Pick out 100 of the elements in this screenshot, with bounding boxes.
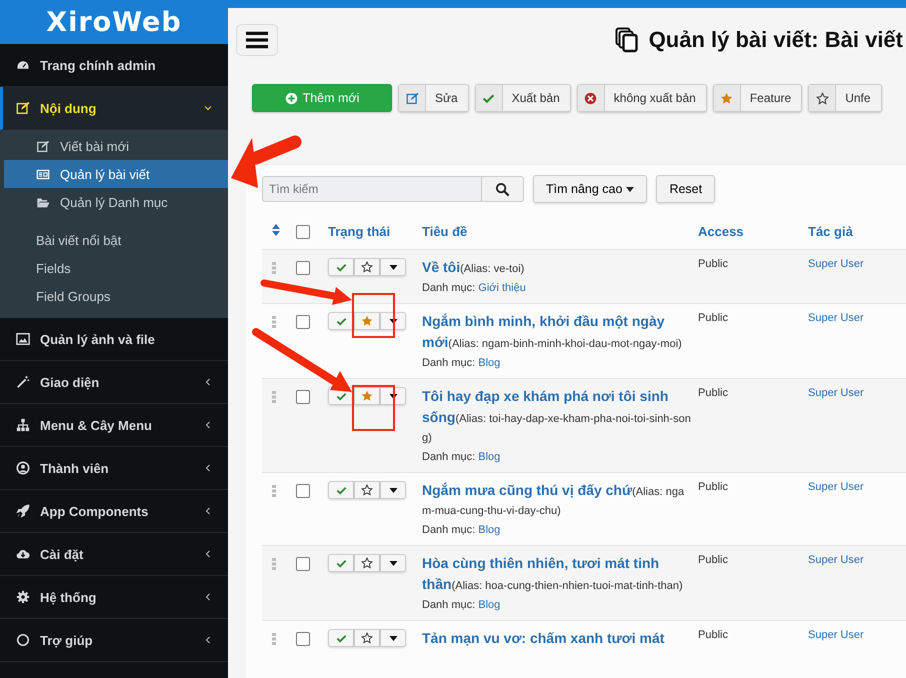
author-link[interactable]: Super User [808,629,864,641]
toolbar-button[interactable]: Feature [712,84,802,112]
author-link[interactable]: Super User [808,312,864,324]
publish-toggle[interactable] [328,312,354,330]
chevron-icon [204,507,212,515]
sidebar-item[interactable]: Hệ thống [0,576,228,619]
sidebar-item[interactable]: App Components [0,490,228,533]
caret-icon [388,488,398,492]
sidebar-item[interactable]: Trợ giúp [0,619,228,662]
cloud-download-icon [16,547,30,561]
sidebar-item[interactable]: Thành viên [0,447,228,490]
toolbar-button[interactable]: Xuất bản [474,84,571,112]
drag-handle-icon[interactable] [272,633,276,645]
column-header[interactable]: Access [698,224,744,238]
row-checkbox[interactable] [296,557,310,571]
sort-icon[interactable] [272,224,280,236]
submenu-item[interactable]: Viết bài mới [4,132,228,160]
article-title-link[interactable]: Tản mạn vu vơ: chấm xanh tươi mát [422,629,692,650]
publish-toggle[interactable] [328,554,354,572]
chevron-icon [204,464,212,472]
drag-handle-icon[interactable] [272,316,276,328]
search-field[interactable]: Tìm kiếm [262,176,482,202]
featured-toggle[interactable] [354,629,380,647]
logo[interactable]: XiroWeb [46,6,182,38]
toolbar-button[interactable]: Sửa [398,84,469,112]
featured-toggle[interactable] [354,387,380,405]
submenu-item[interactable]: Quản lý Danh mục [4,188,228,216]
toolbar-button[interactable]: không xuất bản [576,84,707,112]
actions-dropdown-button[interactable] [380,258,406,276]
article-title-link[interactable]: Ngắm bình minh, khởi đầu một ngày mới(Alias: ngam-binh-minh-khoi-dau-mot-ngay-moi) [422,312,692,354]
article-title-link[interactable]: Ngắm mưa cũng thú vị đấy chứ(Alias: ngam-mua-cung-thu-vi-day-chu) [422,481,692,521]
menu-button[interactable] [236,24,278,56]
reset-button[interactable]: Reset [656,175,716,203]
drag-handle-icon[interactable] [272,262,276,274]
star-outline-icon [361,484,373,496]
column-header[interactable]: Tiêu đề [422,224,468,238]
toolbar-button[interactable]: Unfe [808,84,882,112]
column-header[interactable]: Tác giả [808,224,853,238]
author-link[interactable]: Super User [808,481,864,493]
advanced-search-button[interactable]: Tìm nâng cao [533,175,648,203]
chevron-icon [204,378,212,386]
row-checkbox[interactable] [296,484,310,498]
row-checkbox[interactable] [296,632,310,646]
check-icon [336,484,346,496]
actions-dropdown-button[interactable] [380,481,406,499]
settings-icon [16,590,30,604]
select-all-checkbox[interactable] [296,224,310,239]
chevron-icon [204,421,212,429]
actions-dropdown-button[interactable] [380,312,406,330]
row-checkbox[interactable] [296,390,310,404]
author-link[interactable]: Super User [808,554,864,566]
row-checkbox[interactable] [296,315,310,329]
row-checkbox[interactable] [296,261,310,275]
actions-dropdown-button[interactable] [380,629,406,647]
dashboard-icon [16,58,30,72]
image-icon [16,332,30,346]
access-level: Public [698,258,728,270]
publish-toggle[interactable] [328,481,354,499]
menu-icon [246,31,268,49]
actions-dropdown-button[interactable] [380,387,406,405]
featured-toggle[interactable] [354,258,380,276]
category-label: Danh mục: [422,451,476,463]
featured-toggle[interactable] [354,312,380,330]
rocket-icon [16,504,30,518]
author-link[interactable]: Super User [808,387,864,399]
author-link[interactable]: Super User [808,258,864,270]
featured-toggle[interactable] [354,554,380,572]
featured-toggle[interactable] [354,481,380,499]
column-header[interactable]: Trạng thái [328,224,390,238]
publish-toggle[interactable] [328,258,354,276]
submenu-item[interactable]: Fields [4,254,228,282]
category-label: Danh mục: [422,282,476,294]
edit-icon [16,101,30,115]
article-title-link[interactable]: Hòa cùng thiên nhiên, tươi mát tinh thần(Alias: hoa-cung-thien-nhien-tuoi-mat-tinh-than) [422,554,692,596]
chevron-icon [204,104,212,112]
drag-handle-icon[interactable] [272,558,276,570]
category-link[interactable]: Blog [478,451,500,463]
publish-toggle[interactable] [328,629,354,647]
category-link[interactable]: Blog [478,599,500,611]
category-link[interactable]: Blog [478,357,500,369]
submenu-item[interactable]: Bài viết nổi bật [4,226,228,254]
caret-icon [388,318,398,324]
user-circle-icon [16,461,30,475]
search-button[interactable] [482,176,524,202]
sidebar-item[interactable]: Menu & Cây Menu [0,404,228,447]
drag-handle-icon[interactable] [272,391,276,403]
drag-handle-icon[interactable] [272,485,276,497]
sidebar-item[interactable]: Nội dung [0,87,228,130]
access-level: Public [698,312,728,324]
sidebar-item[interactable]: Giao diện [0,361,228,404]
sidebar-item[interactable]: Cài đặt [0,533,228,576]
check-icon [482,92,496,104]
article-title-link[interactable]: Về tôi(Alias: ve-toi) [422,258,692,279]
category-link[interactable]: Giới thiệu [478,282,526,294]
submenu-item[interactable]: Quản lý bài viết [4,160,228,188]
actions-dropdown-button[interactable] [380,554,406,572]
sidebar-item[interactable]: Quản lý ảnh và file [0,318,228,361]
article-title-link[interactable]: Tôi hay đạp xe khám phá nơi tôi sinh sống(Alias: toi-hay-dap-xe-kham-pha-noi-toi-sinh-song) [422,387,692,448]
submenu-item[interactable]: Field Groups [4,282,228,310]
category-link[interactable]: Blog [478,524,500,536]
